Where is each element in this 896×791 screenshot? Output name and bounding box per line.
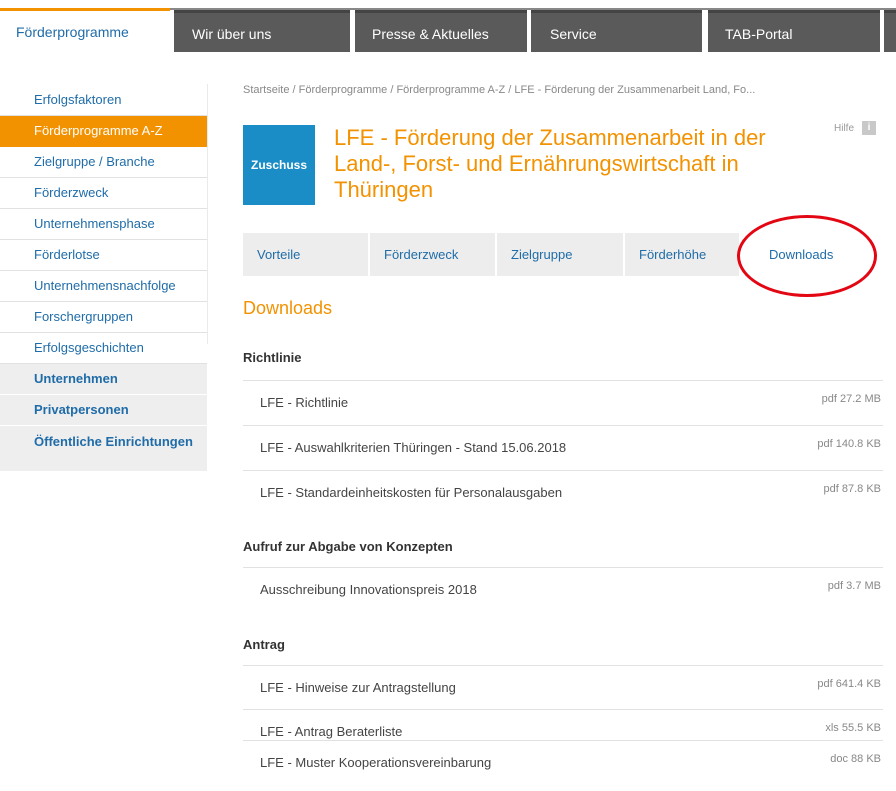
badge-label: Zuschuss xyxy=(250,158,307,172)
file-meta: xls 55.5 KB xyxy=(825,722,881,734)
section-title: Downloads xyxy=(243,298,333,318)
download-row[interactable]: LFE - Auswahlkriterien Thüringen - Stand… xyxy=(243,425,883,469)
download-group-title: Richtlinie xyxy=(243,350,302,365)
page-title: LFE - Förderung der Zusammenarbeit in de… xyxy=(334,125,766,202)
sidebar-item-foerderlotse[interactable]: Förderlotse xyxy=(0,240,207,271)
tab-zielgruppe[interactable]: Zielgruppe xyxy=(497,233,623,276)
sidebar-item-erfolgsgeschichten[interactable]: Erfolgsgeschichten xyxy=(0,333,207,364)
file-meta: pdf 641.4 KB xyxy=(817,678,881,690)
download-row[interactable]: LFE - Standardeinheitskosten für Persona… xyxy=(243,470,883,514)
file-meta: pdf 140.8 KB xyxy=(817,438,881,450)
download-row[interactable]: LFE - Muster Kooperationsvereinbarung do… xyxy=(243,740,883,784)
file-meta: pdf 87.8 KB xyxy=(823,483,882,495)
nav-tab-overflow xyxy=(884,10,896,52)
sidebar-section-oeffentliche-einrichtungen[interactable]: Öffentliche Einrichtungen xyxy=(0,426,207,472)
file-meta: doc 88 KB xyxy=(830,753,881,765)
download-link[interactable]: LFE - Auswahlkriterien Thüringen - Stand… xyxy=(260,440,566,455)
nav-tab-service[interactable]: Service xyxy=(531,10,702,52)
file-meta: pdf 27.2 MB xyxy=(821,393,881,405)
download-group-title: Antrag xyxy=(243,637,285,652)
top-navigation: Förderprogramme Wir über uns Presse & Ak… xyxy=(0,0,896,52)
download-row[interactable]: LFE - Richtlinie pdf 27.2 MB xyxy=(243,380,883,424)
sidebar-section-privatpersonen[interactable]: Privatpersonen xyxy=(0,395,207,426)
sidebar-item-foerderprogramme-az[interactable]: Förderprogramme A-Z xyxy=(0,116,207,147)
funding-type-badge: Zuschuss xyxy=(243,125,315,205)
sidebar-item-zielgruppe[interactable]: Zielgruppe / Branche xyxy=(0,147,207,178)
download-link[interactable]: Ausschreibung Innovationspreis 2018 xyxy=(260,582,477,597)
download-link[interactable]: LFE - Standardeinheitskosten für Persona… xyxy=(260,485,562,500)
sidebar-item-forschergruppen[interactable]: Forschergruppen xyxy=(0,302,207,333)
tab-vorteile[interactable]: Vorteile xyxy=(243,233,368,276)
sidebar-item-unternehmensphase[interactable]: Unternehmensphase xyxy=(0,209,207,240)
tab-foerderzweck[interactable]: Förderzweck xyxy=(370,233,495,276)
download-group-title: Aufruf zur Abgabe von Konzepten xyxy=(243,539,453,554)
file-meta: pdf 3.7 MB xyxy=(827,580,881,592)
sidebar-section-unternehmen[interactable]: Unternehmen xyxy=(0,364,207,395)
download-link[interactable]: LFE - Antrag Beraterliste xyxy=(260,724,402,739)
sidebar-item-foerderzweck[interactable]: Förderzweck xyxy=(0,178,207,209)
download-link[interactable]: LFE - Richtlinie xyxy=(260,395,348,410)
tab-foerderhoehe[interactable]: Förderhöhe xyxy=(625,233,739,276)
download-link[interactable]: LFE - Hinweise zur Antragstellung xyxy=(260,680,456,695)
help-link[interactable]: Hilfe xyxy=(834,123,854,134)
download-row[interactable]: LFE - Hinweise zur Antragstellung pdf 64… xyxy=(243,665,883,709)
download-link[interactable]: LFE - Muster Kooperationsvereinbarung xyxy=(260,755,491,770)
sidebar-item-erfolgsfaktoren[interactable]: Erfolgsfaktoren xyxy=(0,84,207,116)
nav-tab-wir-ueber-uns[interactable]: Wir über uns xyxy=(174,10,350,52)
sidebar-item-unternehmensnachfolge[interactable]: Unternehmensnachfolge xyxy=(0,271,207,302)
nav-tab-foerderprogramme[interactable]: Förderprogramme xyxy=(0,8,170,50)
sidebar: Erfolgsfaktoren Förderprogramme A-Z Ziel… xyxy=(0,84,207,472)
info-icon[interactable]: i xyxy=(862,121,876,135)
sidebar-divider xyxy=(207,84,208,344)
annotation-circle xyxy=(737,215,877,297)
download-row[interactable]: Ausschreibung Innovationspreis 2018 pdf … xyxy=(243,567,883,611)
nav-tab-tab-portal[interactable]: TAB-Portal xyxy=(708,10,880,52)
breadcrumb[interactable]: Startseite / Förderprogramme / Förderpro… xyxy=(243,84,883,96)
nav-tab-presse[interactable]: Presse & Aktuelles xyxy=(355,10,527,52)
